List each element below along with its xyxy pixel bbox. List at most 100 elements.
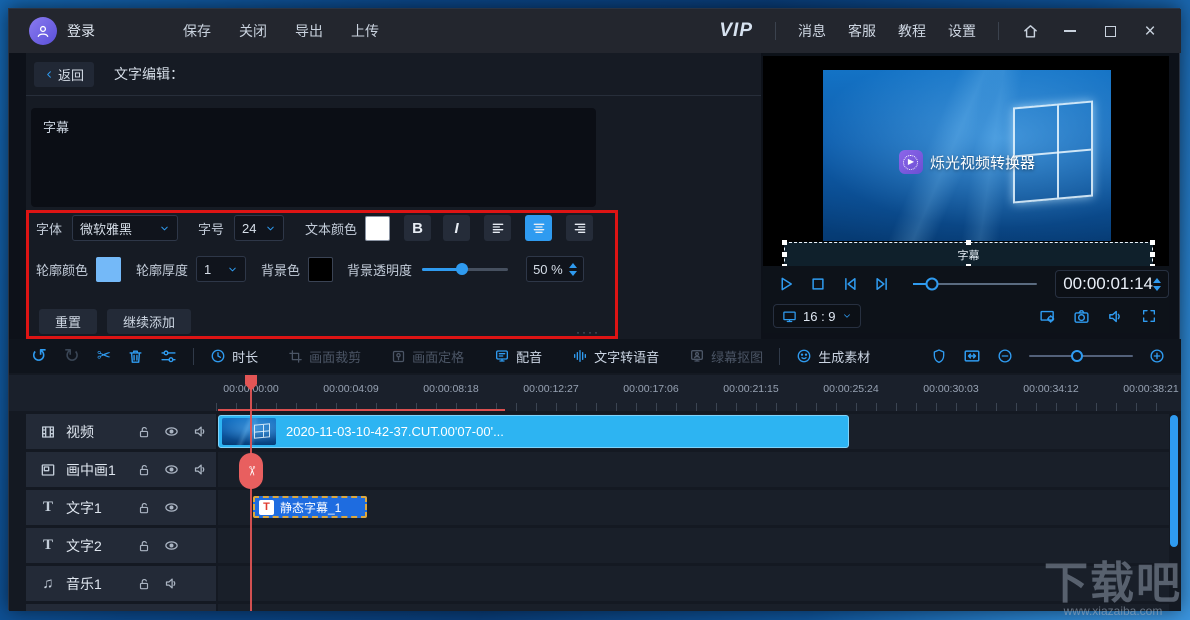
resize-handle[interactable] bbox=[1150, 251, 1155, 257]
cut-button[interactable]: ✂ bbox=[97, 346, 111, 366]
resize-handle[interactable] bbox=[965, 264, 971, 266]
fit-timeline-button[interactable] bbox=[963, 347, 981, 365]
lock-toggle[interactable] bbox=[137, 539, 151, 553]
skip-start-button[interactable] bbox=[841, 275, 859, 293]
seek-knob[interactable] bbox=[925, 277, 939, 291]
seek-slider[interactable] bbox=[913, 277, 1038, 291]
play-button[interactable] bbox=[777, 275, 795, 293]
timeline-zoom-slider[interactable] bbox=[1029, 350, 1133, 362]
support-button[interactable]: 客服 bbox=[848, 21, 876, 41]
align-center-button[interactable] bbox=[525, 215, 553, 241]
lock-toggle[interactable] bbox=[137, 463, 151, 477]
settings-button[interactable]: 设置 bbox=[948, 21, 976, 41]
reset-button[interactable]: 重置 bbox=[39, 309, 98, 334]
text-color-swatch[interactable] bbox=[365, 215, 391, 241]
lock-toggle[interactable] bbox=[137, 577, 151, 591]
slider-knob[interactable] bbox=[456, 263, 469, 275]
panel-resize-handle[interactable]: ···· bbox=[576, 325, 600, 339]
mute-toggle[interactable] bbox=[193, 462, 208, 477]
maximize-button[interactable] bbox=[1101, 22, 1119, 40]
zoom-in-button[interactable] bbox=[1149, 348, 1165, 364]
close-project-button[interactable]: 关闭 bbox=[239, 21, 267, 41]
track-lane-text2[interactable] bbox=[218, 528, 1169, 563]
align-right-button[interactable] bbox=[566, 215, 594, 241]
resize-handle[interactable] bbox=[965, 240, 971, 245]
zoom-out-button[interactable] bbox=[997, 348, 1013, 364]
timeline-vertical-scrollbar[interactable] bbox=[1170, 415, 1178, 547]
background-opacity-spinner[interactable]: 50 % bbox=[526, 256, 585, 282]
video-clip[interactable]: 2020-11-03-10-42-37.CUT.00'07-00'... bbox=[218, 415, 849, 448]
tutorials-button[interactable]: 教程 bbox=[898, 21, 926, 41]
voiceover-button[interactable]: 配音 bbox=[494, 347, 542, 366]
mute-toggle[interactable] bbox=[164, 576, 179, 591]
track-header-text1[interactable]: T 文字1 bbox=[26, 490, 216, 525]
login-button[interactable]: 登录 bbox=[67, 21, 95, 41]
align-left-button[interactable] bbox=[484, 215, 512, 241]
zoom-knob[interactable] bbox=[1070, 350, 1083, 362]
mute-toggle[interactable] bbox=[193, 424, 208, 439]
italic-button[interactable]: I bbox=[443, 215, 471, 241]
background-opacity-slider[interactable] bbox=[422, 263, 509, 275]
close-button[interactable]: × bbox=[1141, 22, 1159, 41]
continue-add-button[interactable]: 继续添加 bbox=[107, 309, 192, 334]
skip-end-button[interactable] bbox=[873, 275, 891, 293]
subtitle-text-input[interactable]: 字幕 bbox=[31, 108, 596, 207]
resize-handle[interactable] bbox=[782, 240, 787, 245]
guard-button[interactable] bbox=[931, 348, 947, 364]
resize-handle[interactable] bbox=[782, 264, 787, 266]
timecode-up-icon[interactable] bbox=[1153, 277, 1161, 283]
vip-badge[interactable]: VIP bbox=[719, 20, 753, 42]
bold-button[interactable]: B bbox=[404, 215, 432, 241]
track-header-pip[interactable]: 画中画1 bbox=[26, 452, 216, 487]
outline-width-select[interactable]: 1 bbox=[196, 256, 247, 282]
export-button[interactable]: 导出 bbox=[295, 21, 323, 41]
timecode-display[interactable]: 00:00:01:14 bbox=[1055, 270, 1169, 298]
spin-down-icon[interactable] bbox=[569, 270, 578, 276]
aspect-ratio-select[interactable]: 16 : 9 bbox=[773, 304, 861, 328]
back-button[interactable]: 返回 bbox=[34, 61, 94, 87]
timecode-down-icon[interactable] bbox=[1153, 285, 1161, 291]
resize-handle[interactable] bbox=[782, 251, 787, 257]
visibility-toggle[interactable] bbox=[164, 500, 179, 515]
user-avatar[interactable] bbox=[29, 17, 57, 45]
track-header-video[interactable]: 视频 bbox=[26, 414, 216, 449]
outline-color-swatch[interactable] bbox=[96, 256, 122, 282]
spin-up-icon[interactable] bbox=[569, 262, 578, 268]
save-button[interactable]: 保存 bbox=[183, 21, 211, 41]
video-preview[interactable]: ▶ 烁光视频转换器 bbox=[823, 70, 1111, 241]
text-clip[interactable]: T 静态字幕_1 bbox=[253, 496, 367, 518]
redo-button[interactable]: ↻ bbox=[64, 345, 80, 368]
minimize-button[interactable] bbox=[1061, 22, 1079, 40]
lock-toggle[interactable] bbox=[137, 501, 151, 515]
home-button[interactable] bbox=[1021, 22, 1039, 40]
messages-button[interactable]: 消息 bbox=[798, 21, 826, 41]
fullscreen-button[interactable] bbox=[1141, 308, 1157, 325]
upload-button[interactable]: 上传 bbox=[351, 21, 379, 41]
subtitle-selection-box[interactable]: 字幕 bbox=[782, 240, 1155, 266]
split-playhead-button[interactable]: ✂ bbox=[239, 453, 263, 489]
track-header-text2[interactable]: T 文字2 bbox=[26, 528, 216, 563]
text-to-speech-button[interactable]: 文字转语音 bbox=[572, 347, 659, 366]
display-settings-button[interactable] bbox=[1039, 308, 1056, 325]
track-lane-music[interactable] bbox=[218, 566, 1169, 601]
resize-handle[interactable] bbox=[1150, 264, 1155, 266]
background-color-swatch[interactable] bbox=[308, 256, 334, 282]
generate-material-button[interactable]: 生成素材 bbox=[796, 347, 870, 366]
timeline-ruler[interactable]: 00:00:00:00 00:00:04:09 00:00:08:18 00:0… bbox=[9, 375, 1181, 411]
visibility-toggle[interactable] bbox=[164, 424, 179, 439]
lock-toggle[interactable] bbox=[137, 425, 151, 439]
visibility-toggle[interactable] bbox=[164, 538, 179, 553]
visibility-toggle[interactable] bbox=[164, 462, 179, 477]
resize-handle[interactable] bbox=[1150, 240, 1155, 245]
adjust-button[interactable] bbox=[160, 348, 177, 365]
track-header-music[interactable]: ♫ 音乐1 bbox=[26, 566, 216, 601]
undo-button[interactable]: ↺ bbox=[31, 345, 47, 368]
font-family-select[interactable]: 微软雅黑 bbox=[72, 215, 179, 241]
volume-button[interactable] bbox=[1107, 308, 1124, 325]
duration-button[interactable]: 时长 bbox=[210, 347, 258, 366]
delete-button[interactable] bbox=[127, 348, 144, 365]
font-size-select[interactable]: 24 bbox=[234, 215, 285, 241]
stop-button[interactable] bbox=[809, 275, 827, 293]
track-lane-pip[interactable] bbox=[218, 452, 1169, 487]
snapshot-button[interactable] bbox=[1073, 308, 1090, 325]
